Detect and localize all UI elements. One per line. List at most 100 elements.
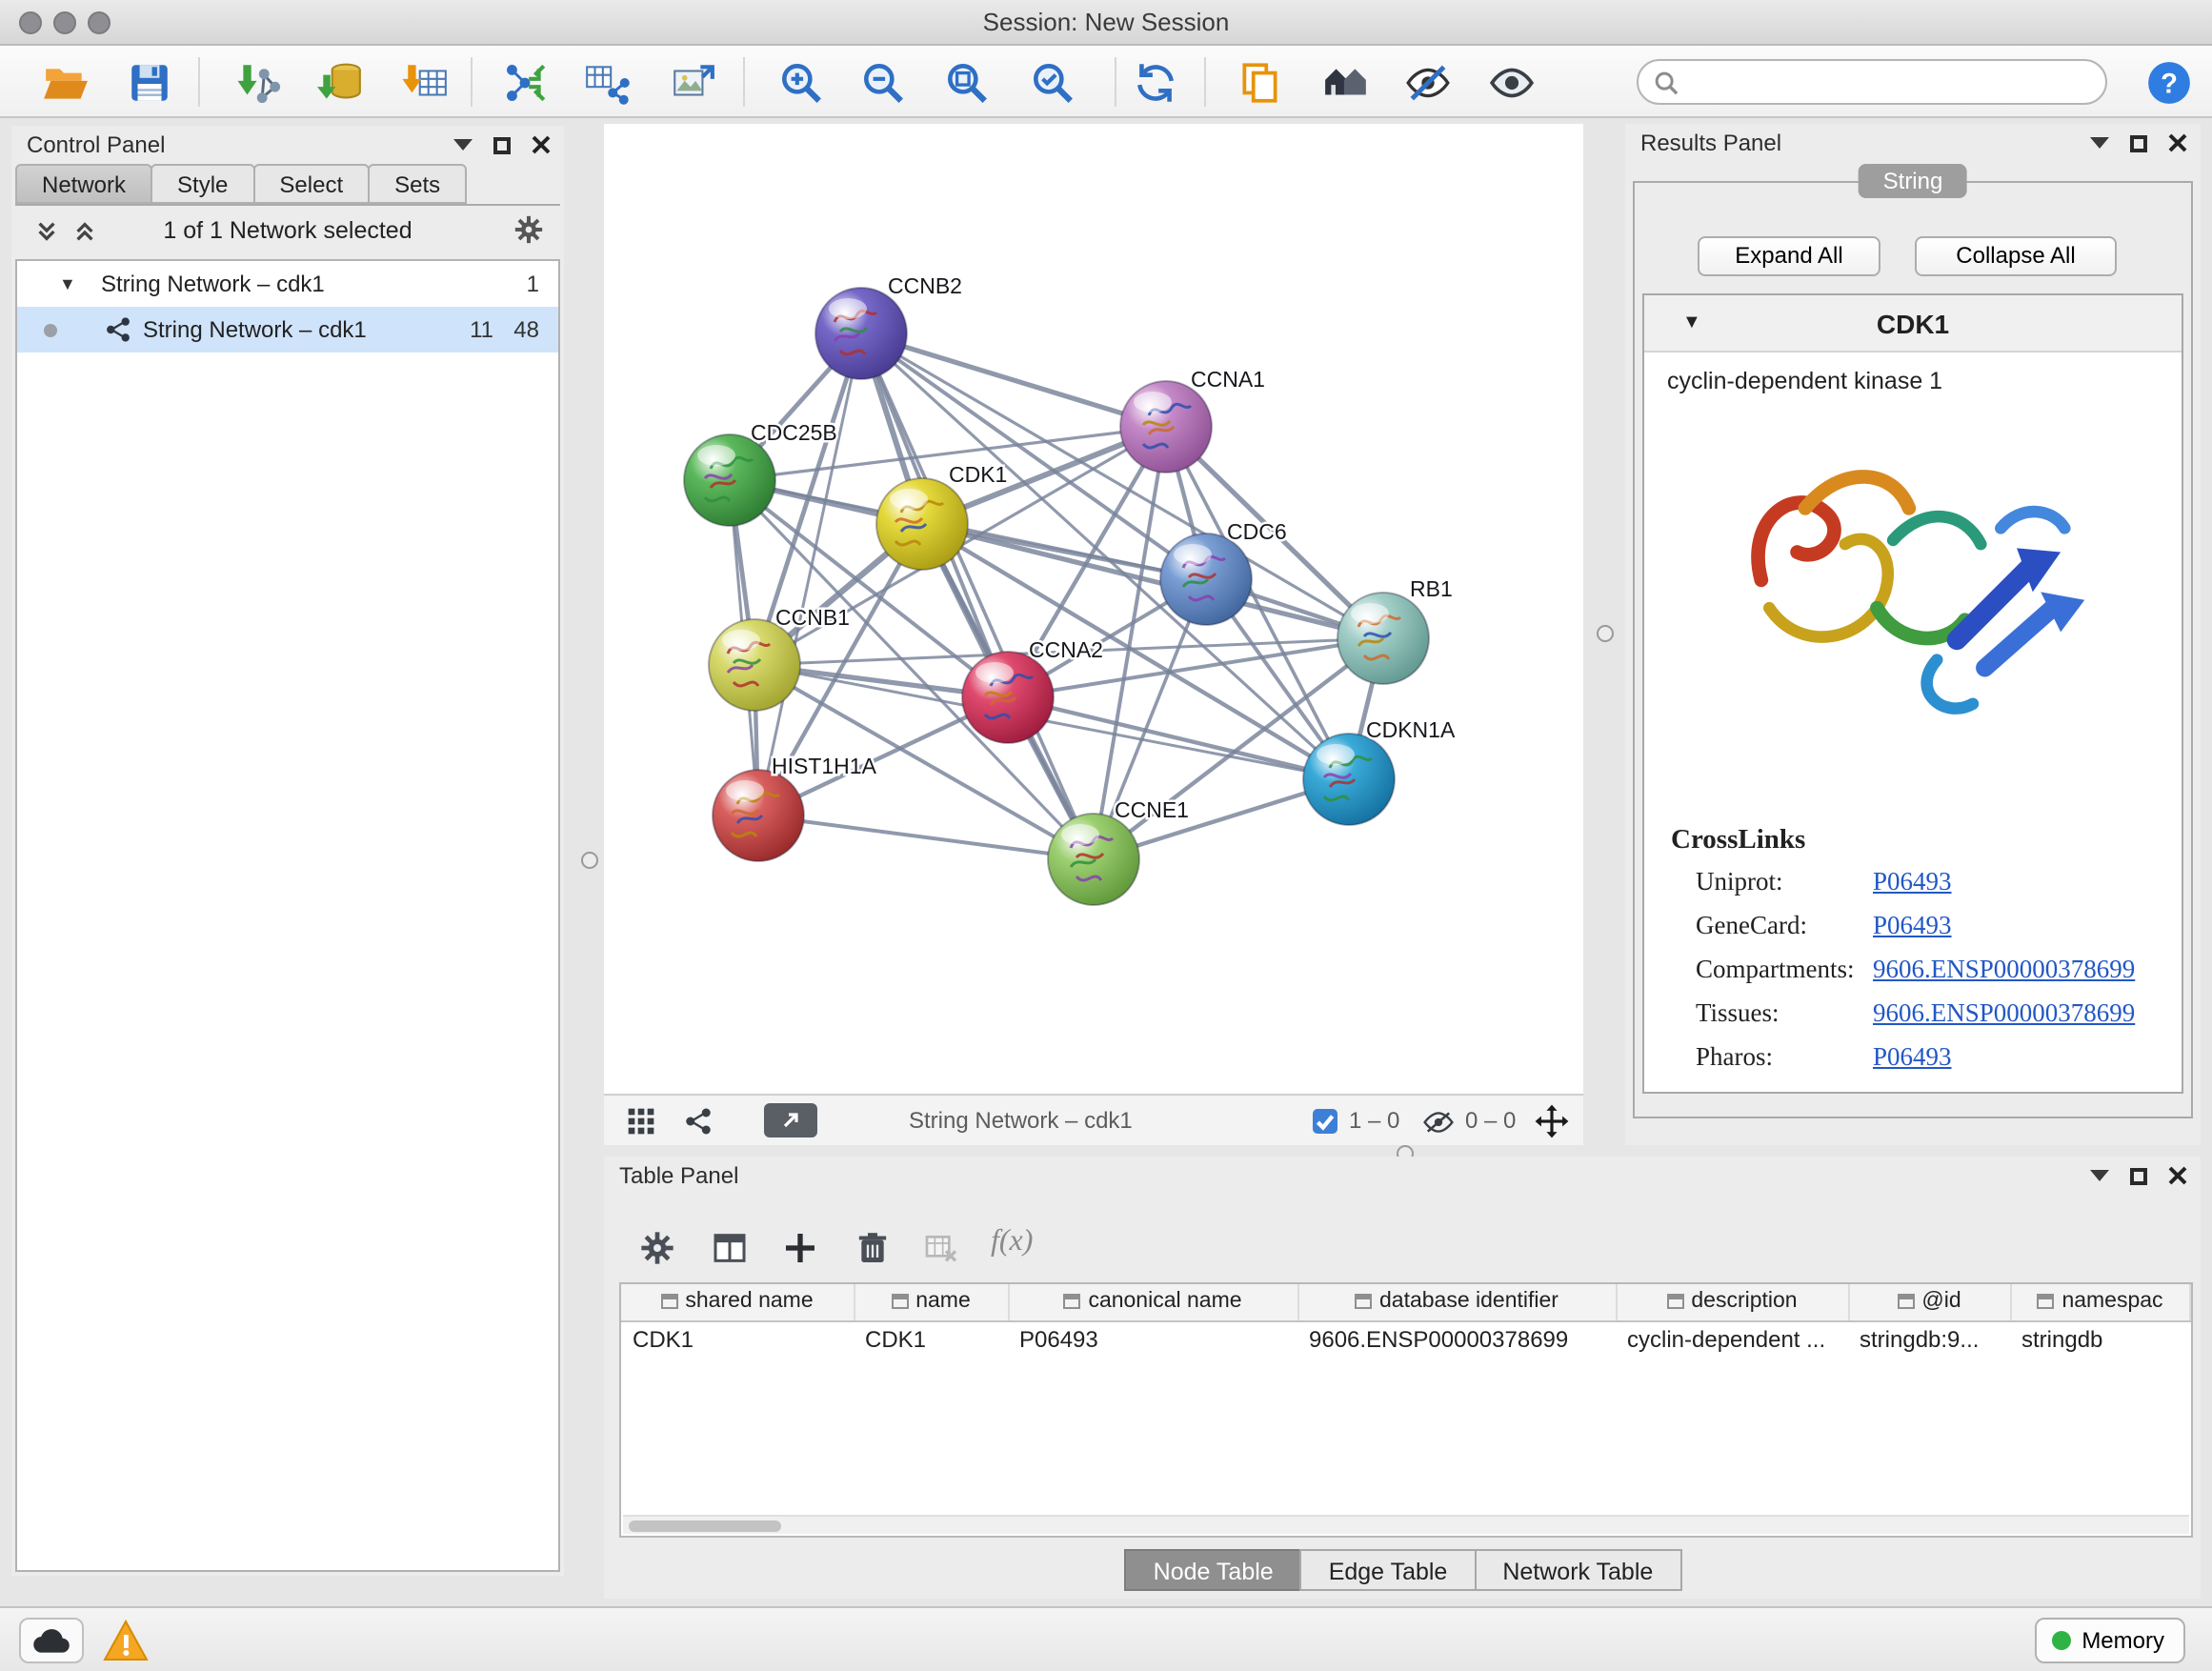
zoom-in-button[interactable] <box>775 55 829 109</box>
crosslink-link[interactable]: P06493 <box>1873 911 1952 941</box>
node-CCNB1[interactable]: CCNB1 <box>709 605 850 711</box>
column-header-canonical-name[interactable]: canonical name <box>1008 1284 1297 1320</box>
tab-network-table[interactable]: Network Table <box>1474 1549 1681 1591</box>
string-source-badge[interactable]: String <box>1859 164 1968 198</box>
import-network-file-button[interactable] <box>232 55 286 109</box>
edge-CCNB2-CCNE1[interactable] <box>861 333 1094 859</box>
table-settings-gear-button[interactable] <box>638 1229 676 1267</box>
crosslink-link[interactable]: 9606.ENSP00000378699 <box>1873 955 2135 985</box>
cell-id[interactable]: stringdb:9... <box>1848 1320 2010 1357</box>
right-splitter-handle[interactable] <box>1597 625 1614 642</box>
grid-view-button[interactable] <box>627 1107 655 1136</box>
crosslink-link[interactable]: P06493 <box>1873 867 1952 897</box>
protein-card-header[interactable]: ▼ CDK1 <box>1644 295 2182 352</box>
node-label-CCNA1: CCNA1 <box>1191 367 1265 392</box>
crosslink-link[interactable]: P06493 <box>1873 1042 1952 1073</box>
open-session-button[interactable] <box>40 55 93 109</box>
tab-sets[interactable]: Sets <box>368 164 467 204</box>
column-header-name[interactable]: name <box>854 1284 1008 1320</box>
cell-namespace[interactable]: stringdb <box>2010 1320 2190 1357</box>
edge-CCNB2-CCNA1[interactable] <box>861 333 1166 427</box>
results-panel-close-button[interactable] <box>2168 133 2187 152</box>
table-hscrollbar-thumb[interactable] <box>629 1520 781 1532</box>
column-header-id[interactable]: @id <box>1848 1284 2010 1320</box>
save-session-button[interactable] <box>124 55 177 109</box>
search-input[interactable] <box>1688 69 2090 95</box>
help-button[interactable]: ? <box>2143 55 2197 109</box>
collapse-all-button[interactable]: Collapse All <box>1915 236 2117 276</box>
table-row[interactable]: CDK1 CDK1 P06493 9606.ENSP00000378699 cy… <box>621 1320 2190 1357</box>
export-image-button[interactable] <box>667 55 720 109</box>
tab-select[interactable]: Select <box>252 164 370 204</box>
tab-node-table[interactable]: Node Table <box>1125 1549 1302 1591</box>
expand-all-button[interactable]: Expand All <box>1698 236 1880 276</box>
edge-CCNB2-HIST1H1A[interactable] <box>758 333 861 815</box>
tab-network[interactable]: Network <box>15 164 152 204</box>
show-columns-button[interactable] <box>711 1229 749 1267</box>
node-CDK1[interactable]: CDK1 <box>876 462 1007 570</box>
new-network-from-selection-button[interactable] <box>499 55 553 109</box>
results-panel-float-button[interactable] <box>2130 134 2147 151</box>
disclosure-triangle-icon[interactable]: ▼ <box>59 261 76 307</box>
hidden-eye-icon[interactable] <box>1423 1111 1454 1134</box>
cloud-button[interactable] <box>19 1618 84 1663</box>
node-HIST1H1A[interactable]: HIST1H1A <box>713 754 877 861</box>
node-label-CCNA2: CCNA2 <box>1029 637 1103 662</box>
copy-button[interactable] <box>1235 55 1288 109</box>
control-panel-float-button[interactable] <box>493 136 511 153</box>
formula-builder-button[interactable]: f(x) <box>991 1225 1033 1259</box>
crosslink-link[interactable]: 9606.ENSP00000378699 <box>1873 998 2135 1029</box>
add-column-button[interactable] <box>781 1229 819 1267</box>
node-CCNB2[interactable]: CCNB2 <box>815 273 962 379</box>
import-network-database-button[interactable] <box>314 55 368 109</box>
show-all-button[interactable] <box>1486 55 1539 109</box>
network-row[interactable]: String Network – cdk1 11 48 <box>17 307 558 352</box>
tab-edge-table[interactable]: Edge Table <box>1300 1549 1477 1591</box>
hide-selected-button[interactable] <box>1402 55 1456 109</box>
column-header-description[interactable]: description <box>1616 1284 1848 1320</box>
tab-style[interactable]: Style <box>151 164 254 204</box>
network-collection-row[interactable]: ▼ String Network – cdk1 1 <box>17 261 558 307</box>
delete-table-button[interactable] <box>922 1229 960 1267</box>
open-in-window-button[interactable] <box>764 1103 817 1137</box>
cell-canonical-name[interactable]: P06493 <box>1008 1320 1297 1357</box>
node-CCNA1[interactable]: CCNA1 <box>1120 367 1265 473</box>
control-panel-close-button[interactable] <box>532 135 551 154</box>
network-options-gear-button[interactable] <box>513 213 545 246</box>
column-type-icon <box>1063 1295 1080 1310</box>
cell-database-identifier[interactable]: 9606.ENSP00000378699 <box>1297 1320 1616 1357</box>
table-panel-menu-button[interactable] <box>2090 1170 2109 1181</box>
import-table-file-button[interactable] <box>400 55 453 109</box>
zoom-selected-button[interactable] <box>1027 55 1080 109</box>
warnings-button[interactable] <box>103 1620 149 1661</box>
memory-button[interactable]: Memory <box>2034 1618 2185 1663</box>
node-RB1[interactable]: RB1 <box>1337 576 1453 684</box>
application-window: Session: New Session <box>0 0 2212 1671</box>
diagonal-arrow-icon <box>781 1111 800 1130</box>
pan-tool-button[interactable] <box>1534 1103 1570 1139</box>
column-header-database-identifier[interactable]: database identifier <box>1297 1284 1616 1320</box>
new-network-from-table-button[interactable] <box>581 55 634 109</box>
edge-HIST1H1A-CCNE1[interactable] <box>758 815 1094 859</box>
zoom-out-button[interactable] <box>857 55 911 109</box>
cell-shared-name[interactable]: CDK1 <box>621 1320 854 1357</box>
delete-column-button[interactable] <box>854 1229 892 1267</box>
protein-card-collapse-button[interactable]: ▼ <box>1682 312 1701 333</box>
search-field[interactable] <box>1637 59 2107 105</box>
network-share-button[interactable] <box>684 1107 713 1136</box>
table-panel-float-button[interactable] <box>2130 1167 2147 1184</box>
column-header-shared-name[interactable]: shared name <box>621 1284 854 1320</box>
apply-layout-button[interactable] <box>1130 55 1183 109</box>
left-splitter-handle[interactable] <box>581 852 598 869</box>
zoom-fit-button[interactable] <box>941 55 995 109</box>
cell-description[interactable]: cyclin-dependent ... <box>1616 1320 1848 1357</box>
selected-nodes-checkbox[interactable] <box>1313 1109 1337 1134</box>
control-panel-menu-button[interactable] <box>453 139 473 151</box>
network-canvas[interactable]: CCNB2CCNA1CDC25BCDK1CDC6RB1CCNB1CCNA2CDK… <box>604 124 1583 1094</box>
table-panel-close-button[interactable] <box>2168 1166 2187 1185</box>
cell-name[interactable]: CDK1 <box>854 1320 1008 1357</box>
table-hscrollbar[interactable] <box>623 1515 2189 1534</box>
home-button[interactable] <box>1320 55 1374 109</box>
results-panel-menu-button[interactable] <box>2090 137 2109 149</box>
column-header-namespace[interactable]: namespac <box>2010 1284 2190 1320</box>
